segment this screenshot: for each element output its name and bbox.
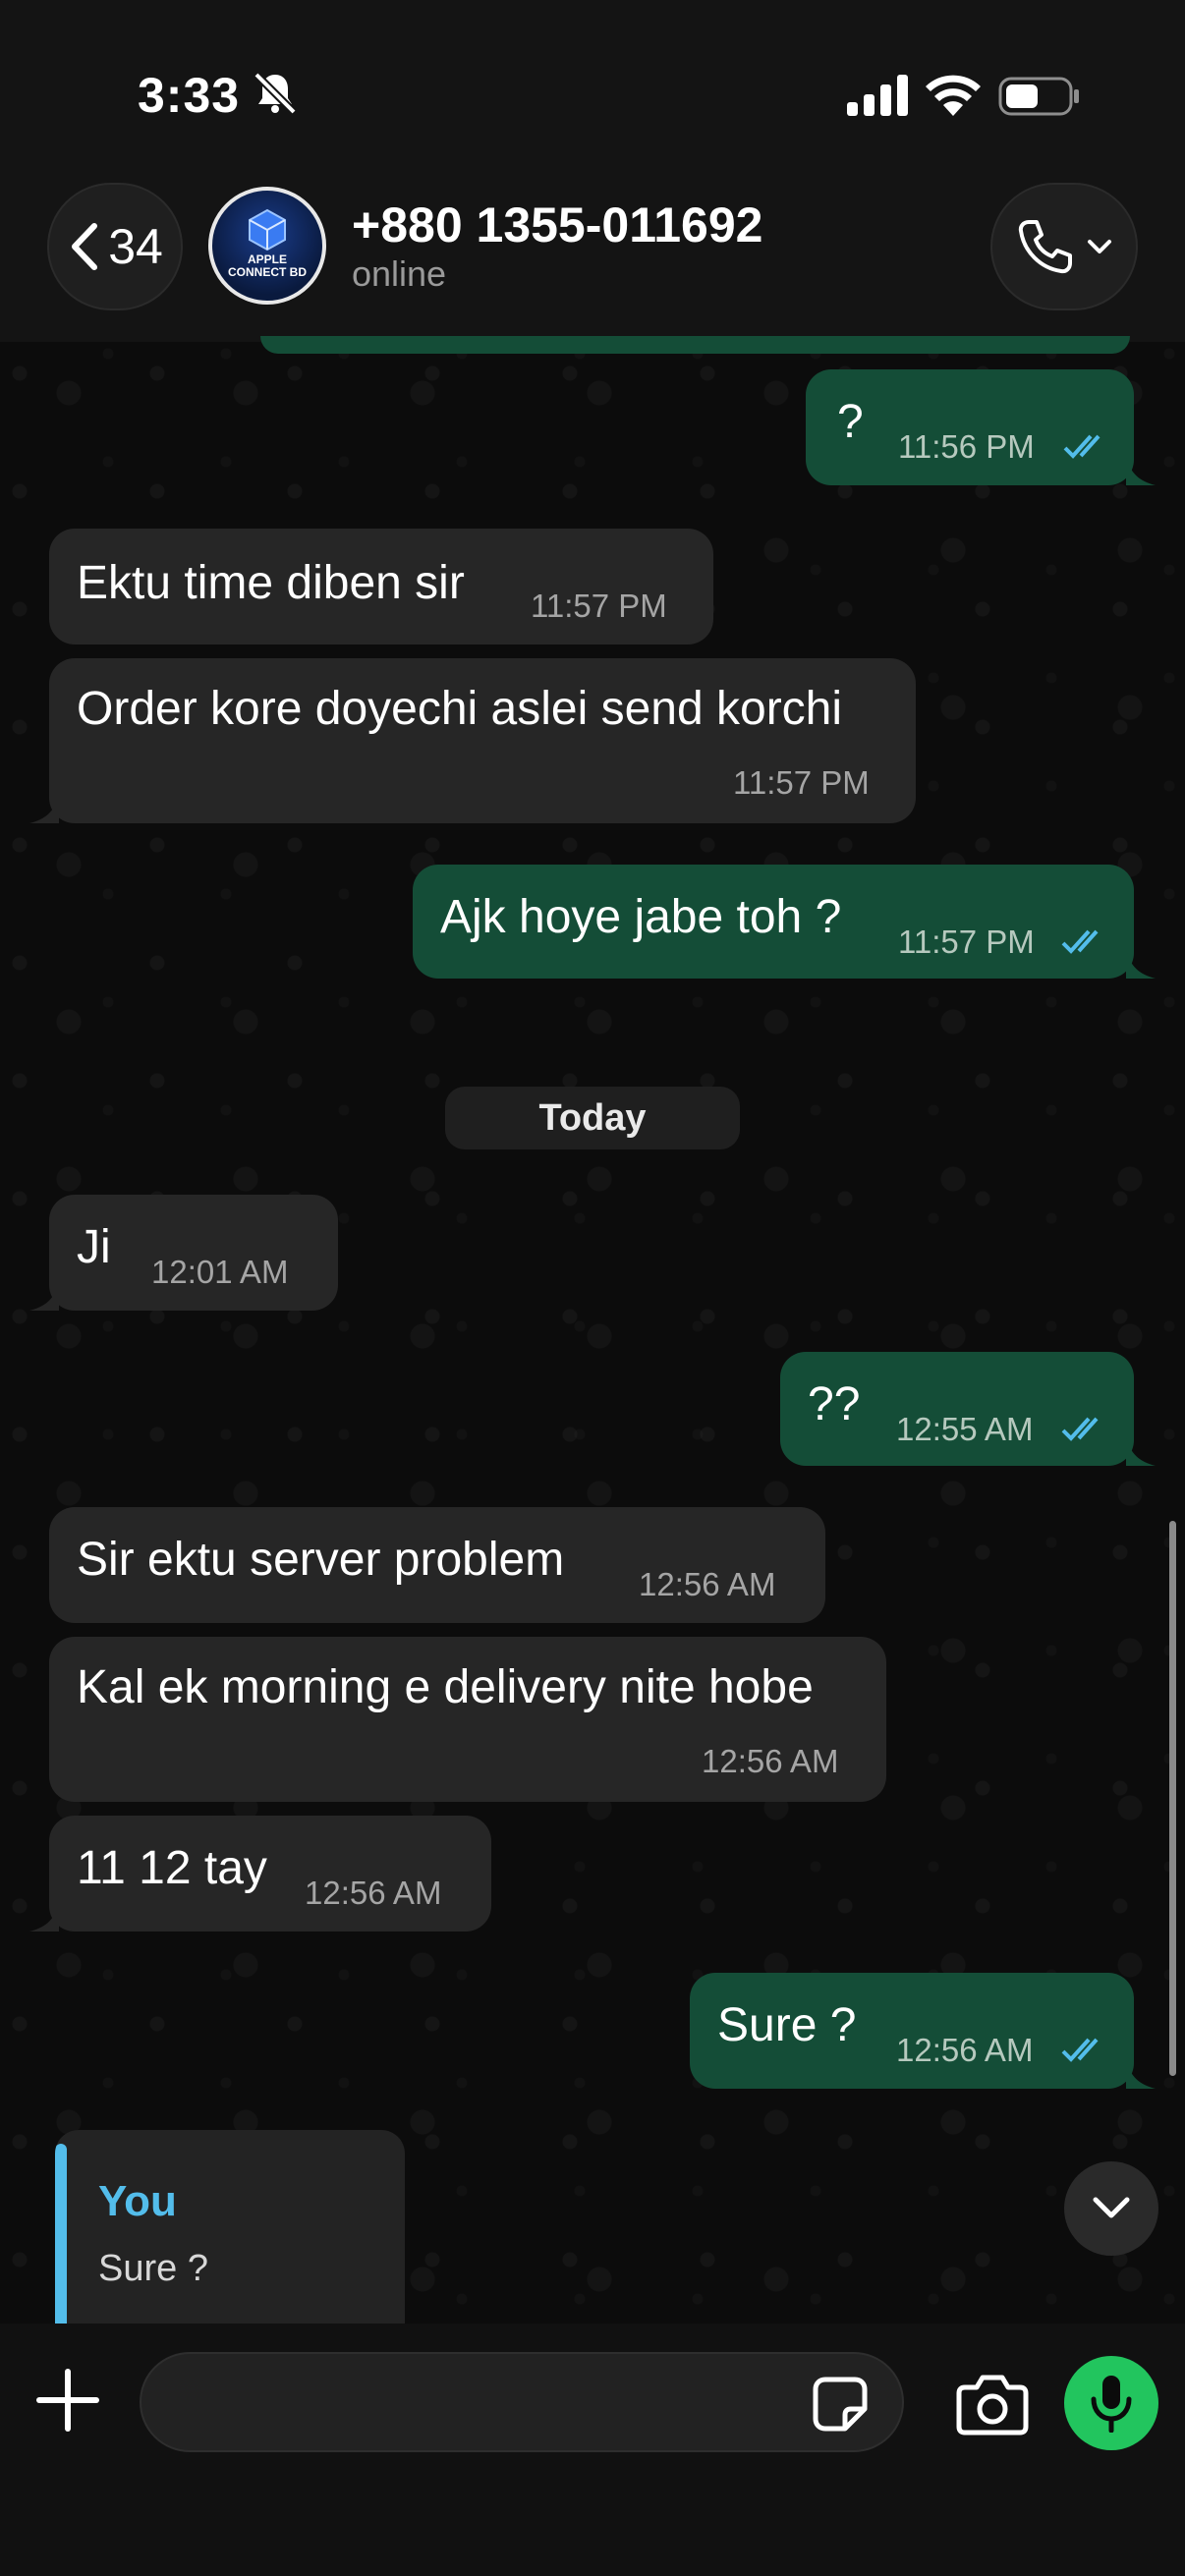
bubble-tail <box>1126 2059 1156 2089</box>
message-time: 12:01 AM <box>151 1254 289 1290</box>
battery-icon <box>998 77 1079 116</box>
double-check-icon <box>1061 1417 1099 1441</box>
message-bubble-outgoing[interactable]: ? 11:56 PM <box>806 369 1156 485</box>
bubble-tail <box>29 1281 59 1311</box>
chevron-down-icon <box>1093 2197 1130 2218</box>
scroll-to-bottom-button[interactable] <box>1064 2161 1158 2256</box>
bubble-tail <box>29 794 59 823</box>
chat-header: 3:33 34 APPLE CONNECT BD +880 1355-01169… <box>0 0 1185 342</box>
microphone-button[interactable] <box>1064 2356 1158 2450</box>
scroll-indicator[interactable] <box>1169 1521 1176 2076</box>
back-button[interactable]: 34 <box>47 183 183 310</box>
reply-text: Sure ? <box>98 2248 208 2289</box>
message-bubble-incoming[interactable]: Ektu time diben sir 11:57 PM <box>49 529 713 644</box>
signal-icon <box>847 75 908 116</box>
double-check-icon <box>1063 434 1100 459</box>
bubble-tail <box>1126 1436 1156 1466</box>
message-time: 11:56 PM <box>898 428 1035 465</box>
message-input[interactable] <box>140 2352 904 2452</box>
reply-author: You <box>98 2177 177 2225</box>
message-bubble-outgoing[interactable]: Ajk hoye jabe toh ? 11:57 PM <box>413 865 1156 979</box>
unread-count: 34 <box>108 219 163 274</box>
avatar-text-line2: CONNECT BD <box>228 265 307 279</box>
message-time: 12:56 AM <box>896 2032 1034 2068</box>
mute-icon <box>254 72 297 115</box>
message-text: Sure ? <box>717 1999 857 2051</box>
wifi-icon <box>926 75 981 116</box>
message-bubble-incoming[interactable]: Ji 12:01 AM <box>29 1195 338 1311</box>
bubble-tail <box>1126 456 1156 485</box>
message-text: Ajk hoye jabe toh ? <box>440 891 842 943</box>
microphone-icon <box>1091 2376 1132 2433</box>
reply-accent-bar <box>55 2144 67 2326</box>
message-time: 11:57 PM <box>733 764 870 801</box>
chevron-down-icon <box>1088 240 1111 253</box>
message-text: ?? <box>808 1378 861 1430</box>
message-bubble-incoming[interactable]: Order kore doyechi aslei send korchi 11:… <box>29 658 916 823</box>
message-bubble-incoming[interactable]: 11 12 tay 12:56 AM <box>29 1816 491 1932</box>
message-time: 11:57 PM <box>531 588 667 624</box>
message-bubble-incoming[interactable]: Kal ek morning e delivery nite hobe 12:5… <box>49 1637 886 1802</box>
status-time: 3:33 <box>138 68 241 123</box>
message-text: Ji <box>77 1221 111 1273</box>
bubble-tail <box>29 1902 59 1932</box>
contact-status: online <box>352 253 447 294</box>
message-time: 11:57 PM <box>898 924 1035 960</box>
message-text: Ektu time diben sir <box>77 557 465 609</box>
sticker-icon[interactable] <box>812 2376 869 2433</box>
phone-icon <box>1018 220 1072 274</box>
message-text: 11 12 tay <box>77 1842 267 1894</box>
double-check-icon <box>1061 2038 1099 2062</box>
message-time: 12:56 AM <box>702 1743 839 1779</box>
message-time: 12:56 AM <box>639 1566 776 1602</box>
message-text: Order kore doyechi aslei send korchi <box>77 683 843 735</box>
avatar[interactable]: APPLE CONNECT BD <box>208 187 326 305</box>
double-check-icon <box>1061 929 1099 954</box>
message-time: 12:56 AM <box>305 1875 442 1911</box>
message-text: Sir ektu server problem <box>77 1534 565 1586</box>
message-bubble-outgoing[interactable]: ?? 12:55 AM <box>780 1352 1156 1466</box>
plus-icon[interactable] <box>35 2368 100 2433</box>
call-button[interactable] <box>990 183 1138 310</box>
contact-name[interactable]: +880 1355-011692 <box>352 196 762 253</box>
cube-logo-icon <box>249 208 286 252</box>
previous-message-edge <box>260 336 1130 354</box>
date-separator: Today <box>445 1087 740 1149</box>
chevron-left-icon <box>72 223 98 270</box>
bubble-tail <box>1126 949 1156 979</box>
message-bubble-incoming[interactable]: Sir ektu server problem 12:56 AM <box>49 1507 825 1623</box>
message-text: Kal ek morning e delivery nite hobe <box>77 1661 814 1713</box>
reply-preview[interactable]: You Sure ? <box>55 2130 405 2326</box>
message-time: 12:55 AM <box>896 1411 1034 1447</box>
message-bubble-outgoing[interactable]: Sure ? 12:56 AM <box>690 1973 1156 2089</box>
message-text: ? <box>837 396 864 448</box>
camera-icon[interactable] <box>955 2372 1030 2436</box>
